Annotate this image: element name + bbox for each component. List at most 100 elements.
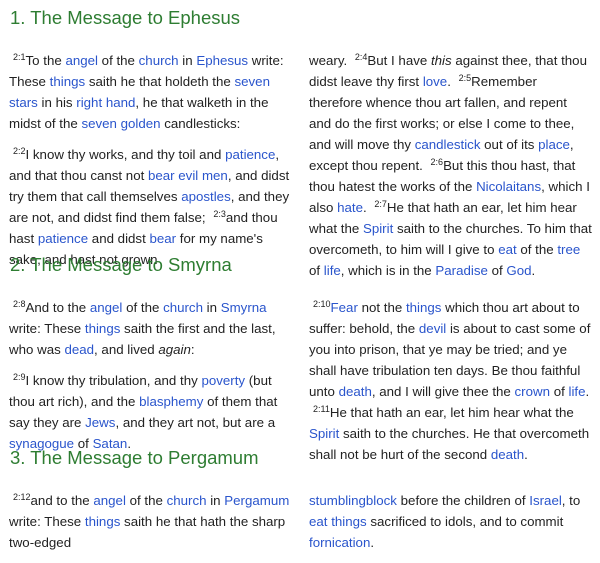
word-link[interactable]: hate <box>337 200 363 215</box>
word-link[interactable]: tree <box>557 242 580 257</box>
verse-text: . <box>585 384 590 399</box>
verse-paragraph: 2:1To the angel of the church in Ephesus… <box>9 50 292 134</box>
verse-paragraph: 2:2I know thy works, and thy toil and pa… <box>9 144 292 270</box>
word-link[interactable]: death <box>491 447 524 462</box>
word-link[interactable]: God <box>506 263 531 278</box>
verse-text: I know thy tribulation, and thy <box>25 373 202 388</box>
word-link[interactable]: church <box>139 53 179 68</box>
word-link[interactable]: things <box>85 514 120 529</box>
word-link[interactable]: patience <box>225 147 275 162</box>
column-smyrna-right: 2:10Fear not the things which thou art a… <box>309 297 592 475</box>
verse-text: of <box>550 384 569 399</box>
word-link[interactable]: stumblingblock <box>309 493 397 508</box>
word-link[interactable]: devil <box>419 321 446 336</box>
verse-text: , and they art not, but are a <box>115 415 276 430</box>
word-link[interactable]: fornication <box>309 535 370 550</box>
document-page: 1. The Message to Ephesus 2:1To the ange… <box>0 0 600 550</box>
word-link[interactable]: dead <box>64 342 94 357</box>
word-link[interactable]: bear evil men <box>148 168 228 183</box>
word-link[interactable]: angel <box>93 493 126 508</box>
verse-paragraph: 2:8And to the angel of the church in Smy… <box>9 297 292 360</box>
word-link[interactable]: love <box>423 74 447 89</box>
verse-text: . <box>362 200 371 215</box>
word-link[interactable]: eat <box>498 242 517 257</box>
word-link[interactable]: things <box>50 74 85 89</box>
word-link[interactable]: life <box>324 263 341 278</box>
column-pergamum-left: 2:12and to the angel of the church in Pe… <box>9 490 292 563</box>
verse-number: 2:7 <box>374 199 387 209</box>
verse-text: saith he that holdeth the <box>85 74 235 89</box>
word-link[interactable]: apostles <box>181 189 231 204</box>
word-link[interactable]: patience <box>38 231 88 246</box>
verse-text: out of its <box>480 137 539 152</box>
verse-text: of the <box>125 493 167 508</box>
verse-text: I know thy works, and thy toil and <box>25 147 226 162</box>
word-link[interactable]: candlestick <box>415 137 481 152</box>
verse-text: not the <box>357 300 406 315</box>
verse-text: in <box>206 493 225 508</box>
word-link[interactable]: Israel <box>529 493 562 508</box>
word-link[interactable]: Jews <box>85 415 115 430</box>
section-heading-pergamum: 3. The Message to Pergamum <box>10 447 259 468</box>
word-link[interactable]: eat <box>309 514 328 529</box>
word-link[interactable]: church <box>163 300 203 315</box>
verse-text: of <box>309 263 324 278</box>
word-link[interactable]: things <box>331 514 366 529</box>
verse-paragraph: 2:9I know thy tribulation, and thy pover… <box>9 370 292 454</box>
verse-number: 2:10 <box>313 299 331 309</box>
word-link[interactable]: angel <box>90 300 123 315</box>
column-ephesus-left: 2:1To the angel of the church in Ephesus… <box>9 50 292 280</box>
word-link[interactable]: Nicolaitans <box>476 179 541 194</box>
verse-text: . <box>370 535 375 550</box>
word-link[interactable]: right hand <box>76 95 135 110</box>
word-link[interactable]: Paradise <box>435 263 487 278</box>
verse-number: 2:9 <box>13 372 26 382</box>
verse-paragraph: stumblingblock before the children of Is… <box>309 490 592 553</box>
word-link[interactable]: Ephesus <box>196 53 248 68</box>
verse-text: saith to the churches. He that overcomet… <box>309 426 590 462</box>
word-link[interactable]: bear <box>149 231 176 246</box>
word-link[interactable]: Spirit <box>309 426 339 441</box>
verse-text: sacrificed to idols, and to commit <box>366 514 564 529</box>
word-link[interactable]: things <box>406 300 441 315</box>
word-link[interactable]: Smyrna <box>221 300 267 315</box>
word-link[interactable]: death <box>339 384 372 399</box>
word-link[interactable]: church <box>167 493 207 508</box>
verse-paragraph: weary. 2:4But I have this against thee, … <box>309 50 592 281</box>
section-heading-ephesus: 1. The Message to Ephesus <box>10 7 241 28</box>
verse-text: . <box>447 74 455 89</box>
verse-number: 2:2 <box>13 146 26 156</box>
word-link[interactable]: blasphemy <box>139 394 203 409</box>
word-link[interactable]: Spirit <box>363 221 393 236</box>
verse-number: 2:12 <box>13 492 31 502</box>
word-link[interactable]: Fear <box>331 300 358 315</box>
word-link[interactable]: angel <box>65 53 98 68</box>
verse-text: and to the <box>30 493 94 508</box>
verse-text: in <box>202 300 221 315</box>
verse-text: To the <box>25 53 66 68</box>
verse-text: in his <box>37 95 77 110</box>
verse-text: , and lived <box>94 342 159 357</box>
word-link[interactable]: life <box>568 384 585 399</box>
verse-text: . <box>524 447 528 462</box>
verse-paragraph: 2:10Fear not the things which thou art a… <box>309 297 592 465</box>
verse-text: . <box>531 263 536 278</box>
word-link[interactable]: things <box>85 321 120 336</box>
column-smyrna-left: 2:8And to the angel of the church in Smy… <box>9 297 292 464</box>
verse-text: candlesticks: <box>160 116 241 131</box>
verse-number: 2:8 <box>13 299 26 309</box>
word-link[interactable]: poverty <box>201 373 245 388</box>
word-link[interactable]: crown <box>515 384 550 399</box>
italic-text: again <box>158 342 191 357</box>
word-link[interactable]: Pergamum <box>224 493 289 508</box>
verse-number: 2:5 <box>458 73 472 83</box>
verse-text: , and I will give thee the <box>371 384 515 399</box>
verse-text: of the <box>516 242 558 257</box>
verse-number: 2:6 <box>430 157 444 167</box>
verse-number: 2:4 <box>354 52 368 62</box>
section-heading-smyrna: 2. The Message to Smyrna <box>10 254 232 275</box>
verse-text: write: These <box>9 514 85 529</box>
verse-text: , which is in the <box>340 263 436 278</box>
word-link[interactable]: place <box>538 137 570 152</box>
word-link[interactable]: seven golden <box>81 116 160 131</box>
